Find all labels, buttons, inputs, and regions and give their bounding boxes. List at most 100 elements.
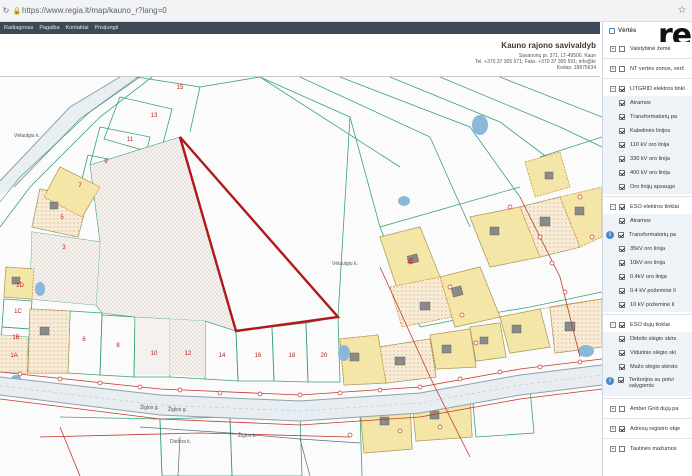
plot-label-14: 14	[219, 353, 226, 359]
expand-icon[interactable]: +	[610, 446, 616, 452]
layer-checkbox[interactable]	[619, 156, 625, 162]
refresh-icon[interactable]: ↻	[0, 6, 12, 15]
address-bar[interactable]: https://www.regia.lt/map/kauno_r?lang=0	[22, 6, 672, 15]
layer-litgrid-110kv[interactable]: 110 kV oro linija	[603, 138, 692, 152]
layer-eso-elektros[interactable]: − ESO elektros tinklai	[603, 200, 692, 214]
collapse-icon[interactable]: −	[610, 204, 616, 210]
layer-checkbox[interactable]	[619, 100, 625, 106]
layer-eso-transformatoriu[interactable]: i Transformatorių pa	[603, 228, 692, 242]
layer-panel-header: Vėrtės re	[603, 22, 692, 51]
layer-amber-grid[interactable]: + Amber Grid dujų pa	[603, 402, 692, 416]
layer-litgrid-atramos[interactable]: Atramos	[603, 96, 692, 110]
layer-nt-vertes-zonos[interactable]: + NT vertės zonos, verč	[603, 62, 692, 76]
plot-label-10: 10	[151, 351, 158, 357]
layer-eso-10kv[interactable]: 10kV oro linija	[603, 256, 692, 270]
layer-checkbox[interactable]	[619, 204, 625, 210]
plot-label-1e: 1E	[406, 259, 413, 265]
layer-eso-04kv[interactable]: 0.4kV oro linija	[603, 270, 692, 284]
layer-checkbox[interactable]	[619, 260, 625, 266]
plot-label-16: 16	[255, 353, 262, 359]
layer-eso-10kv-pozemine[interactable]: 10 kV požeminė li	[603, 298, 692, 312]
layer-checkbox[interactable]	[619, 350, 625, 356]
layer-checkbox[interactable]	[618, 232, 624, 238]
layer-checkbox[interactable]	[618, 377, 624, 383]
expand-icon[interactable]: +	[610, 66, 616, 72]
layer-checkbox[interactable]	[619, 46, 625, 52]
menu-item-radiagonas[interactable]: Radiagonas	[4, 25, 33, 31]
layer-checkbox[interactable]	[619, 66, 625, 72]
layer-eso-04kv-pozemine[interactable]: 0.4 kV požeminė li	[603, 284, 692, 298]
expand-icon[interactable]: +	[610, 46, 616, 52]
layer-panel: Vėrtės re + Valstybinė žemė + NT vertės zo…	[602, 22, 692, 476]
layer-litgrid-transformatoriu[interactable]: Transformatorių pa	[603, 110, 692, 124]
layer-checkbox[interactable]	[619, 86, 625, 92]
layer-eso-35kv[interactable]: 35kV oro linija	[603, 242, 692, 256]
bookmark-star-icon[interactable]: ☆	[672, 5, 692, 16]
expand-icon[interactable]: +	[610, 426, 616, 432]
menu-item-prisijungti[interactable]: Prisijungti	[94, 25, 118, 31]
layer-checkbox[interactable]	[619, 114, 625, 120]
plot-label-1d: 1D	[16, 283, 24, 289]
plot-label-1b: 1B	[12, 335, 19, 341]
layer-checkbox[interactable]	[619, 364, 625, 370]
layer-checkbox[interactable]	[619, 406, 625, 412]
layer-checkbox[interactable]	[619, 128, 625, 134]
municipality-title: Kauno rajono savivaldyb	[501, 41, 596, 50]
url-host: https://www.regia.lt	[22, 6, 90, 15]
cadastral-map[interactable]: 15 13 11 9 7 5 3 1D 1C 1B 1A 6 8 10 12 1…	[0, 77, 602, 476]
street-label-dieboa: Dieboa k.	[170, 439, 191, 445]
layer-litgrid-apsaugos[interactable]: Oro linijų apsaugo	[603, 180, 692, 194]
layer-adresu-registras[interactable]: + Adresų registro obje	[603, 422, 692, 436]
layer-label-two-line: Teritorijos su potvi salygomis	[629, 377, 674, 389]
layer-checkbox[interactable]	[619, 246, 625, 252]
layer-checkbox[interactable]	[619, 302, 625, 308]
layer-checkbox[interactable]	[619, 288, 625, 294]
layer-checkbox[interactable]	[619, 184, 625, 190]
layer-duju-mazo[interactable]: Mažo slėgio skirsto	[603, 360, 692, 374]
layer-eso-atramos[interactable]: Atramos	[603, 214, 692, 228]
layer-checkbox[interactable]	[619, 142, 625, 148]
collapse-icon[interactable]: −	[610, 322, 616, 328]
layer-eso-duju[interactable]: − ESO dujų tinklai	[603, 318, 692, 332]
url-path: /map/kauno_r?lang=0	[89, 6, 167, 15]
street-label-ziglos-3: Žiglos k.	[238, 431, 257, 439]
site-header: Radiagonas Pagalba Kontaktai Prisijungti…	[0, 22, 600, 77]
collapse-icon[interactable]: −	[610, 86, 616, 92]
layer-litgrid-330kv[interactable]: 330 kV oro linija	[603, 152, 692, 166]
menu-item-kontaktai[interactable]: Kontaktai	[66, 25, 89, 31]
layer-checkbox[interactable]	[619, 336, 625, 342]
plot-label-8: 8	[116, 343, 120, 349]
info-icon[interactable]: i	[606, 231, 614, 239]
top-menu: Radiagonas Pagalba Kontaktai Prisijungti	[0, 22, 600, 34]
layer-checkbox[interactable]	[619, 426, 625, 432]
lock-icon[interactable]: 🔒	[12, 7, 22, 15]
layer-duju-vidutinio[interactable]: Vidutinio slėgio ski	[603, 346, 692, 360]
layer-label-line2: salygomis	[629, 383, 654, 389]
layer-duju-didelio[interactable]: Didelio slėgio skirs	[603, 332, 692, 346]
layer-divider	[603, 398, 692, 399]
layer-checkbox[interactable]	[619, 322, 625, 328]
plot-label-20: 20	[321, 353, 328, 359]
plot-label-15: 15	[177, 85, 184, 91]
layer-valstybine-zeme[interactable]: + Valstybinė žemė	[603, 42, 692, 56]
layer-litgrid[interactable]: − LITGRID elektros tinkl	[603, 82, 692, 96]
plot-label-1a: 1A	[10, 353, 17, 359]
layer-litgrid-kabelines[interactable]: Kabelinės linijos	[603, 124, 692, 138]
info-icon[interactable]: i	[606, 377, 614, 385]
layer-checkbox[interactable]	[619, 274, 625, 280]
layer-checkbox[interactable]	[619, 218, 625, 224]
layer-checkbox[interactable]	[619, 170, 625, 176]
plot-label-6: 6	[82, 337, 86, 343]
expand-icon[interactable]: +	[610, 406, 616, 412]
layer-potvynio-teritorijos[interactable]: i Teritorijos su potvi salygomis	[603, 374, 692, 396]
layer-tautines-mazumos[interactable]: + Tautinės mažumos	[603, 442, 692, 456]
layer-litgrid-400kv[interactable]: 400 kV oro linija	[603, 166, 692, 180]
layer-checkbox[interactable]	[619, 446, 625, 452]
menu-item-pagalba[interactable]: Pagalba	[39, 25, 59, 31]
